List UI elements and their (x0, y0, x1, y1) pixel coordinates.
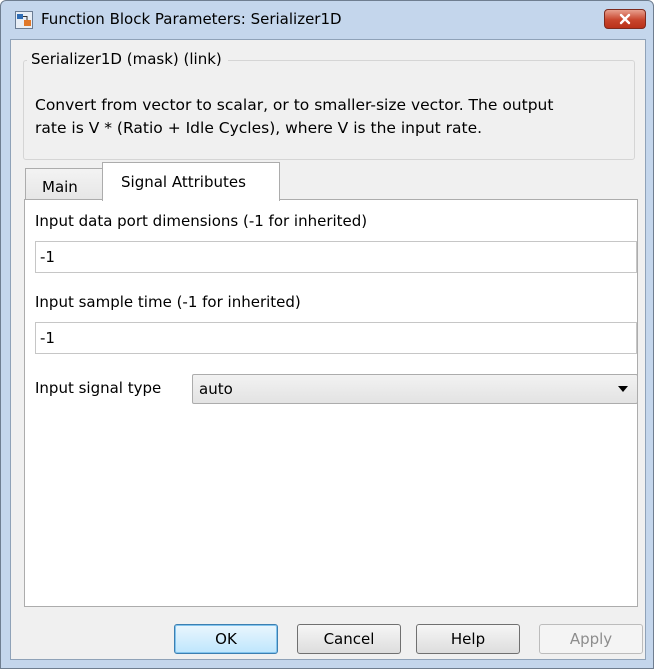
close-button[interactable] (604, 9, 646, 29)
description-text: Convert from vector to scalar, or to sma… (35, 94, 625, 140)
title-bar[interactable]: Function Block Parameters: Serializer1D (1, 1, 653, 39)
description-line-1: Convert from vector to scalar, or to sma… (35, 96, 554, 114)
sample-time-label: Input sample time (-1 for inherited) (35, 293, 301, 311)
dialog-content: Serializer1D (mask) (link) Convert from … (10, 39, 646, 660)
dialog-window: Function Block Parameters: Serializer1D … (0, 0, 654, 669)
chevron-down-icon (618, 386, 628, 392)
signal-attributes-panel: Input data port dimensions (-1 for inher… (24, 199, 638, 607)
cancel-button[interactable]: Cancel (297, 624, 401, 654)
input-dims-field[interactable] (35, 241, 637, 273)
description-line-2: rate is V * (Ratio + Idle Cycles), where… (35, 119, 483, 137)
help-button[interactable]: Help (416, 624, 520, 654)
description-group-title: Serializer1D (mask) (link) (27, 50, 228, 68)
input-dims-label: Input data port dimensions (-1 for inher… (35, 212, 368, 230)
simulink-block-icon (15, 11, 33, 29)
sample-time-field[interactable] (35, 322, 637, 354)
signal-type-value: auto (199, 380, 233, 398)
tab-signal-attributes[interactable]: Signal Attributes (102, 162, 280, 201)
signal-type-select[interactable]: auto (192, 374, 638, 404)
ok-button[interactable]: OK (174, 624, 278, 654)
apply-button[interactable]: Apply (539, 624, 643, 654)
window-title: Function Block Parameters: Serializer1D (41, 10, 342, 28)
tab-main[interactable]: Main (25, 168, 103, 200)
signal-type-label: Input signal type (35, 379, 162, 397)
close-icon (619, 13, 631, 25)
